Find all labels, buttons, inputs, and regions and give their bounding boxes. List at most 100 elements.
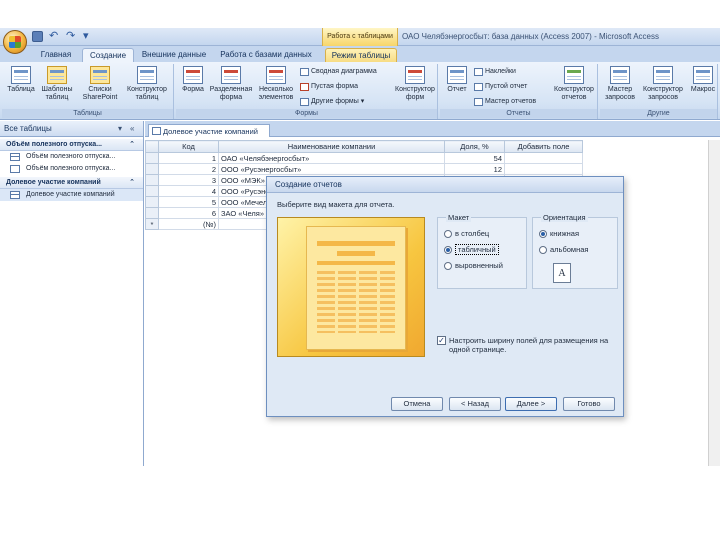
multiple-items-icon xyxy=(266,66,286,84)
layout-columnar-radio[interactable]: в столбец xyxy=(444,228,489,239)
split-form-button[interactable]: Разделенная форма xyxy=(208,66,254,102)
row-selector[interactable] xyxy=(145,207,159,219)
chevron-up-icon: ⌃ xyxy=(129,141,135,148)
nav-group-shares[interactable]: Долевое участие компаний ⌃ xyxy=(0,177,143,189)
document-tab-shares[interactable]: Долевое участие компаний xyxy=(148,124,270,137)
table-designer-button[interactable]: Конструктор таблиц xyxy=(124,66,170,102)
cell-id[interactable]: 1 xyxy=(158,152,219,164)
macro-icon xyxy=(693,66,713,84)
table-templates-button[interactable]: Шаблоны таблиц xyxy=(38,66,76,102)
pivot-chart-button[interactable]: Сводная диаграмма xyxy=(300,67,377,77)
tab-database-tools[interactable]: Работа с базами данных xyxy=(216,48,316,62)
report-designer-button[interactable]: Конструктор отчетов xyxy=(552,66,596,102)
split-form-icon xyxy=(221,66,241,84)
nav-item-table-shares[interactable]: Долевое участие компаний xyxy=(0,189,143,201)
nav-item-report[interactable]: Объём полезного отпуска... xyxy=(0,163,143,175)
row-selector[interactable] xyxy=(145,163,159,175)
fit-width-checkbox[interactable]: ✓ Настроить ширину полей для размещения … xyxy=(437,336,617,354)
table-row[interactable]: 2 ООО «Русэнергосбыт» 12 xyxy=(145,163,583,175)
vertical-scrollbar[interactable] xyxy=(708,140,720,466)
finish-button[interactable]: Готово xyxy=(563,397,615,411)
checkbox-checked-icon: ✓ xyxy=(437,336,446,345)
cell-id[interactable]: 3 xyxy=(158,174,219,186)
report-wizard-icon xyxy=(474,98,483,106)
blank-report-button[interactable]: Пустой отчет xyxy=(474,82,527,92)
row-selector[interactable] xyxy=(145,185,159,197)
tab-home[interactable]: Главная xyxy=(36,48,76,62)
cell-add-field[interactable] xyxy=(504,152,583,164)
table-icon xyxy=(10,191,20,199)
cell-new-id[interactable]: (№) xyxy=(158,218,219,230)
orientation-group: Ориентация книжная альбомная A xyxy=(532,213,618,289)
row-selector[interactable] xyxy=(145,196,159,208)
labels-button[interactable]: Наклейки xyxy=(474,67,516,77)
orientation-landscape-radio[interactable]: альбомная xyxy=(539,244,588,255)
pivot-chart-icon xyxy=(300,68,309,76)
column-header-id[interactable]: Код xyxy=(158,140,219,153)
cell-name[interactable]: ООО «Русэнергосбыт» xyxy=(218,163,445,175)
save-icon[interactable] xyxy=(32,31,43,42)
nav-dropdown-icon[interactable]: ▾ xyxy=(118,121,122,137)
blank-form-button[interactable]: Пустая форма xyxy=(300,82,358,92)
report-designer-icon xyxy=(564,66,584,84)
group-other-label: Другие xyxy=(600,109,717,118)
office-button[interactable] xyxy=(3,30,27,54)
table-designer-icon xyxy=(137,66,157,84)
new-row-marker: * xyxy=(145,218,159,230)
select-all-cell[interactable] xyxy=(145,140,159,153)
cell-add-field[interactable] xyxy=(504,163,583,175)
cell-name[interactable]: ОАО «Челябэнергосбыт» xyxy=(218,152,445,164)
tab-external-data[interactable]: Внешние данные xyxy=(138,48,210,62)
row-selector[interactable] xyxy=(145,174,159,186)
table-row[interactable]: 1 ОАО «Челябэнергосбыт» 54 xyxy=(145,152,583,164)
layout-justified-radio[interactable]: выровненный xyxy=(444,260,503,271)
group-forms-label: Формы xyxy=(176,109,437,118)
nav-pane-header[interactable]: Все таблицы ▾ « xyxy=(0,121,143,137)
layout-preview-image xyxy=(277,217,425,357)
multiple-items-button[interactable]: Несколько элементов xyxy=(254,66,298,102)
layout-tabular-radio[interactable]: табличный xyxy=(444,244,499,255)
nav-item-table[interactable]: Объём полезного отпуска... xyxy=(0,151,143,163)
preview-title-band xyxy=(317,241,395,246)
dialog-title: Создание отчетов xyxy=(267,177,623,193)
table-icon xyxy=(10,153,20,161)
nav-group-output[interactable]: Объём полезного отпуска... ⌃ xyxy=(0,139,143,151)
nav-collapse-icon[interactable]: « xyxy=(130,121,134,137)
cancel-button[interactable]: Отмена xyxy=(391,397,443,411)
blank-form-icon xyxy=(300,83,309,91)
orientation-portrait-radio[interactable]: книжная xyxy=(539,228,579,239)
tab-datasheet[interactable]: Режим таблицы xyxy=(325,48,397,62)
tab-create[interactable]: Создание xyxy=(82,48,134,62)
cell-id[interactable]: 6 xyxy=(158,207,219,219)
report-button[interactable]: Отчет xyxy=(442,66,472,94)
row-selector[interactable] xyxy=(145,152,159,164)
back-button[interactable]: < Назад xyxy=(449,397,501,411)
report-wizard-button[interactable]: Мастер отчетов xyxy=(474,97,536,107)
more-forms-icon xyxy=(300,98,309,106)
form-button[interactable]: Форма xyxy=(178,66,208,94)
column-header-name[interactable]: Наименование компании xyxy=(218,140,445,153)
form-designer-button[interactable]: Конструктор форм xyxy=(394,66,436,102)
preview-subtitle-band xyxy=(337,251,375,256)
macro-button[interactable]: Макрос xyxy=(688,66,718,94)
customize-toolbar-icon[interactable]: ▾ xyxy=(83,31,94,42)
undo-icon[interactable]: ↶ xyxy=(49,31,60,42)
cell-id[interactable]: 4 xyxy=(158,185,219,197)
cell-id[interactable]: 2 xyxy=(158,163,219,175)
portrait-page-icon: A xyxy=(553,263,571,283)
navigation-pane: Все таблицы ▾ « Объём полезного отпуска.… xyxy=(0,121,144,466)
cell-share[interactable]: 54 xyxy=(444,152,505,164)
blank-report-icon xyxy=(474,83,483,91)
redo-icon[interactable]: ↷ xyxy=(66,31,77,42)
query-designer-button[interactable]: Конструктор запросов xyxy=(638,66,688,102)
dropdown-arrow-icon: ▾ xyxy=(360,98,365,105)
next-button[interactable]: Далее > xyxy=(505,397,557,411)
cell-share[interactable]: 12 xyxy=(444,163,505,175)
sharepoint-lists-button[interactable]: Списки SharePoint xyxy=(78,66,122,102)
more-forms-button[interactable]: Другие формы ▾ xyxy=(300,97,364,107)
table-button[interactable]: Таблица xyxy=(4,66,38,94)
cell-id[interactable]: 5 xyxy=(158,196,219,208)
column-header-add-field[interactable]: Добавить поле xyxy=(504,140,583,153)
column-header-share[interactable]: Доля, % xyxy=(444,140,505,153)
query-wizard-button[interactable]: Мастер запросов xyxy=(602,66,638,102)
